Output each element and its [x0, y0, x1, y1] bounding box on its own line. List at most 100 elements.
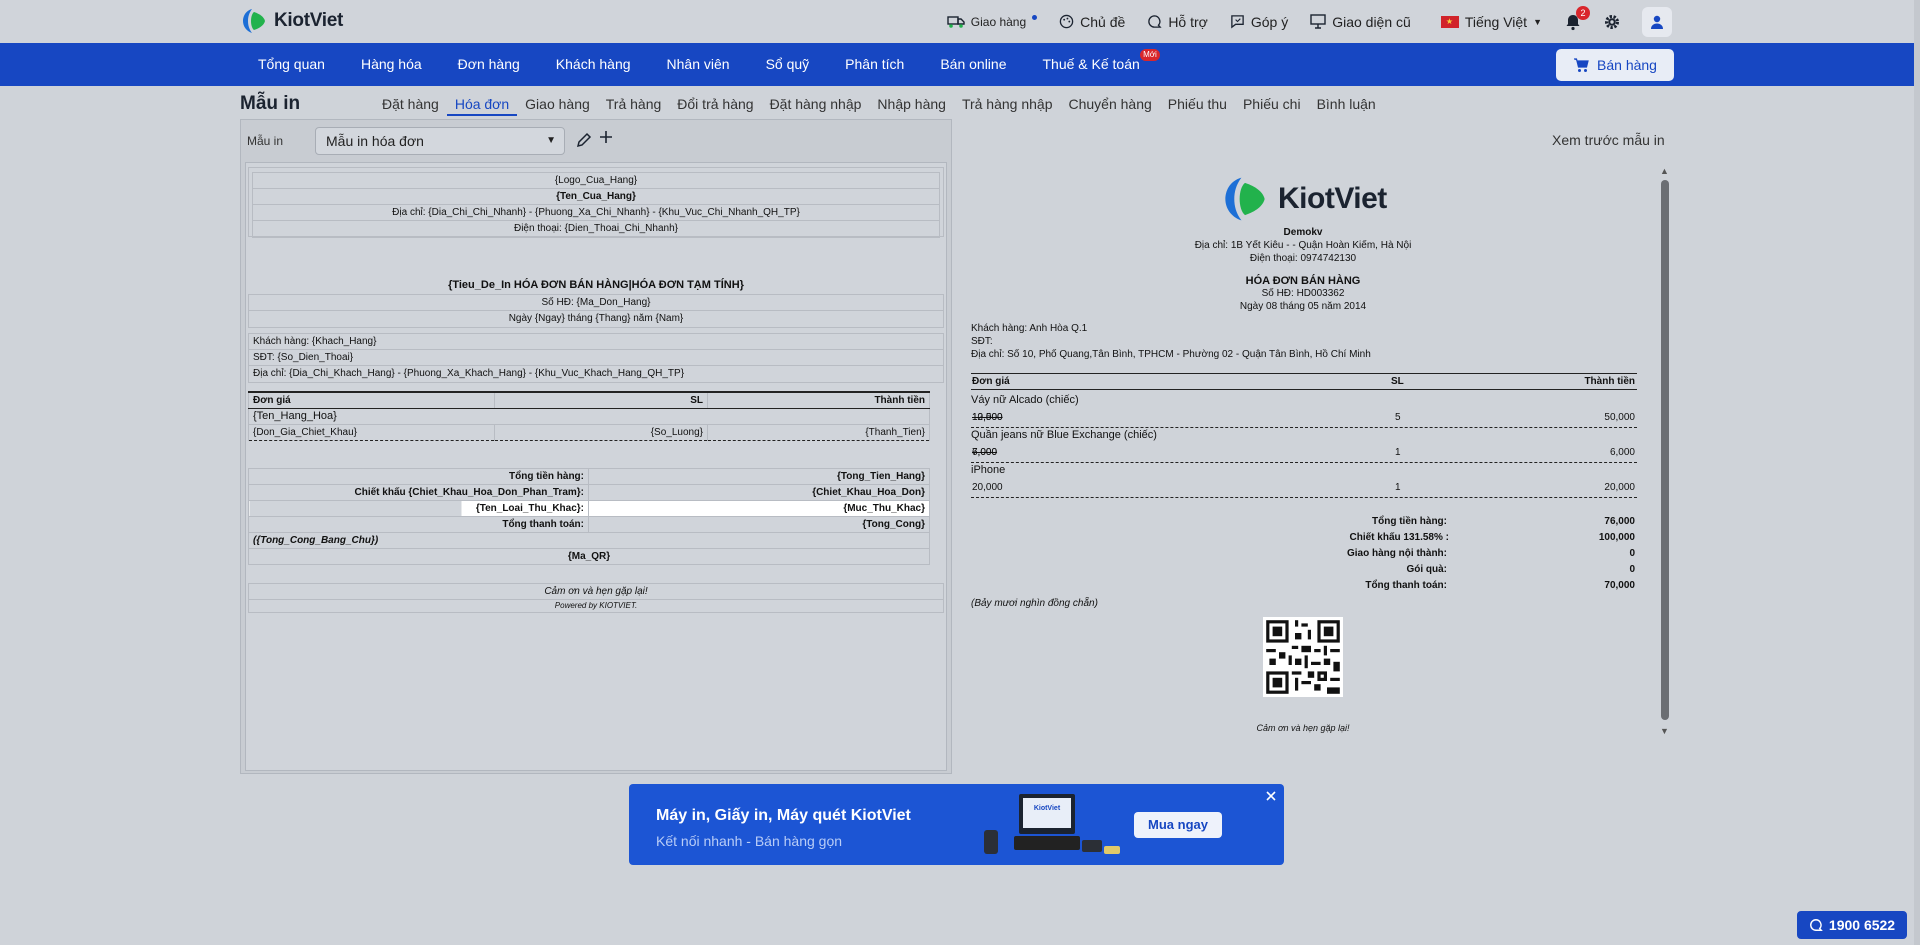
nav-staff[interactable]: Nhân viên [649, 43, 748, 86]
pv-store-address: Địa chỉ: 1B Yết Kiêu - - Quận Hoàn Kiếm,… [1194, 240, 1412, 251]
language-select[interactable]: Tiếng Việt ▼ [1440, 14, 1542, 30]
feedback-label: Góp ý [1250, 13, 1289, 30]
pv-col-qty: SL [1391, 376, 1404, 387]
tpl-item-name-row: {Ten_Hang_Hoa} [248, 408, 930, 425]
pv-item-divider [971, 497, 1637, 498]
close-icon [1266, 791, 1276, 801]
notification-button[interactable]: 2 [1564, 5, 1590, 31]
tab-comment[interactable]: Bình luận [1309, 94, 1384, 116]
print-template-tabs: Đặt hàng Hóa đơn Giao hàng Trả hàng Đổi … [374, 94, 1384, 116]
cart-icon [1574, 57, 1589, 72]
page-edge [1914, 0, 1920, 945]
nav-products[interactable]: Hàng hóa [343, 43, 440, 86]
tab-payment[interactable]: Phiếu chi [1235, 94, 1309, 116]
nav-tax-accounting[interactable]: Thuế & Kế toán Mới [1025, 43, 1160, 86]
pv-item-divider [971, 462, 1637, 463]
pv-grand-total-row: Tổng thanh toán: 70,000 [971, 580, 1637, 594]
tab-invoice[interactable]: Hóa đơn [446, 94, 518, 116]
buy-now-button[interactable]: Mua ngay [1134, 812, 1222, 838]
delivery-link[interactable]: Giao hàng [947, 15, 1038, 29]
tab-exchange[interactable]: Đổi trả hàng [669, 94, 761, 116]
pencil-icon[interactable] [575, 131, 593, 149]
tab-order[interactable]: Đặt hàng [374, 94, 447, 116]
settings-button[interactable] [1604, 14, 1620, 30]
close-banner-button[interactable] [1266, 788, 1276, 804]
nav-customers[interactable]: Khách hàng [538, 43, 649, 86]
pv-discount-label: Chiết khấu 131.58% : [1349, 532, 1449, 543]
page-title: Mẫu in [240, 93, 301, 114]
feedback-icon [1231, 15, 1244, 29]
tpl-grand-total-row: Tổng thanh toán: {Tong_Cong} [248, 516, 930, 533]
nav-cashbook[interactable]: Sổ quỹ [748, 43, 828, 86]
tpl-total-label: Tổng tiền hàng: [248, 468, 589, 485]
scroll-down-arrow-icon[interactable]: ▼ [1660, 726, 1669, 736]
palette-icon [1059, 14, 1074, 29]
kiotviet-logo-icon [1225, 177, 1265, 221]
pv-doc-date: Ngày 08 tháng 05 năm 2014 [1239, 301, 1367, 312]
scroll-up-arrow-icon[interactable]: ▲ [1660, 166, 1669, 176]
pv-table-top-rule [971, 373, 1637, 374]
top-bar: KiotViet Giao hàng Chủ đề Hỗ trợ Góp ý G… [0, 0, 1920, 43]
user-avatar-button[interactable] [1642, 6, 1672, 37]
tab-purchase-order[interactable]: Đặt hàng nhập [762, 94, 870, 116]
support-label: Hỗ trợ [1168, 13, 1208, 30]
nav-analytics[interactable]: Phân tích [827, 43, 922, 86]
tpl-col-amount: Thành tiền [707, 391, 930, 409]
promo-banner[interactable]: Máy in, Giấy in, Máy quét KiotViet Kết n… [629, 784, 1284, 865]
hotline-number: 1900 6522 [1828, 917, 1896, 933]
tpl-branch-address: Địa chỉ: {Dia_Chi_Chi_Nhanh} - {Phuong_X… [253, 205, 939, 221]
template-select-value: Mẫu in hóa đơn [326, 133, 424, 149]
theme-link[interactable]: Chủ đề [1059, 14, 1125, 30]
pos-screen-brand: KiotViet [1034, 805, 1061, 812]
chat-bubble-icon [1810, 919, 1823, 931]
tab-return[interactable]: Trả hàng [598, 94, 670, 116]
tpl-total-value: {Tong_Tien_Hang} [588, 468, 930, 485]
tpl-totals-table: Tổng tiền hàng: {Tong_Tien_Hang} Chiết k… [248, 468, 930, 565]
pv-total-value: 76,000 [1604, 516, 1635, 527]
preview-scrollbar[interactable]: ▲ ▼ [1660, 166, 1670, 736]
sell-button[interactable]: Bán hàng [1556, 49, 1674, 81]
tab-delivery[interactable]: Giao hàng [517, 94, 598, 116]
pv-grand-total-label: Tổng thanh toán: [1365, 580, 1447, 591]
nav-orders[interactable]: Đơn hàng [440, 43, 538, 86]
footer-block: Cảm ơn và hẹn gặp lại! Powered by KIOTVI… [248, 583, 944, 613]
pv-item-qty: 1 [1395, 447, 1401, 458]
old-ui-link[interactable]: Giao diện cũ [1310, 14, 1411, 30]
tpl-item-amount: {Thanh_Tien} [707, 424, 930, 441]
tpl-item-price: {Don_Gia_Chiet_Khau} [248, 424, 495, 441]
tpl-grand-total-label: Tổng thanh toán: [248, 516, 589, 533]
vietnam-flag-icon [1440, 15, 1459, 28]
scrollbar-thumb[interactable] [1661, 180, 1669, 720]
tab-purchase-return[interactable]: Trả hàng nhập [954, 94, 1061, 116]
tpl-powered-by: Powered by KIOTVIET. [554, 601, 638, 610]
pv-col-price: Đơn giá [972, 376, 1010, 387]
pv-table-head-rule [971, 389, 1637, 390]
new-badge: Mới [1140, 49, 1160, 61]
tpl-customer-name: Khách hàng: {Khach_Hang} [249, 334, 943, 350]
hotline-button[interactable]: 1900 6522 [1797, 911, 1907, 939]
template-canvas[interactable]: {Logo_Cua_Hang} {Ten_Cua_Hang} Địa chỉ: … [245, 162, 947, 771]
pv-customer-phone: SĐT: [971, 336, 993, 347]
nav-online-sales[interactable]: Bán online [922, 43, 1024, 86]
pv-item-price-value: 10,000 [972, 412, 1003, 423]
tpl-grand-total-value: {Tong_Cong} [588, 516, 930, 533]
editor-toolbar: Mẫu in Mẫu in hóa đơn ▼ [241, 120, 951, 160]
tpl-item-name: {Ten_Hang_Hoa} [248, 408, 930, 425]
main-navbar: Tổng quan Hàng hóa Đơn hàng Khách hàng N… [0, 43, 1914, 86]
tab-purchase[interactable]: Nhập hàng [869, 94, 954, 116]
add-template-button[interactable] [599, 128, 613, 148]
tpl-doc-date: Ngày {Ngay} tháng {Thang} năm {Nam} [508, 313, 684, 324]
tpl-logo: {Logo_Cua_Hang} [253, 173, 939, 189]
delivery-truck-icon [947, 15, 965, 28]
support-link[interactable]: Hỗ trợ [1147, 14, 1208, 30]
kiotviet-logo[interactable]: KiotViet [240, 6, 343, 36]
tpl-table-head: Đơn giá SL Thành tiền [248, 391, 930, 409]
pv-doc-title: HÓA ĐƠN BÁN HÀNG [1245, 275, 1361, 287]
old-ui-label: Giao diện cũ [1332, 13, 1411, 30]
nav-overview[interactable]: Tổng quan [240, 43, 343, 86]
template-select[interactable]: Mẫu in hóa đơn ▼ [315, 127, 565, 155]
tab-transfer[interactable]: Chuyển hàng [1061, 94, 1160, 116]
feedback-link[interactable]: Góp ý [1230, 14, 1288, 30]
pv-shipping-label: Giao hàng nội thành: [1347, 548, 1447, 559]
tab-receipt[interactable]: Phiếu thu [1160, 94, 1235, 116]
